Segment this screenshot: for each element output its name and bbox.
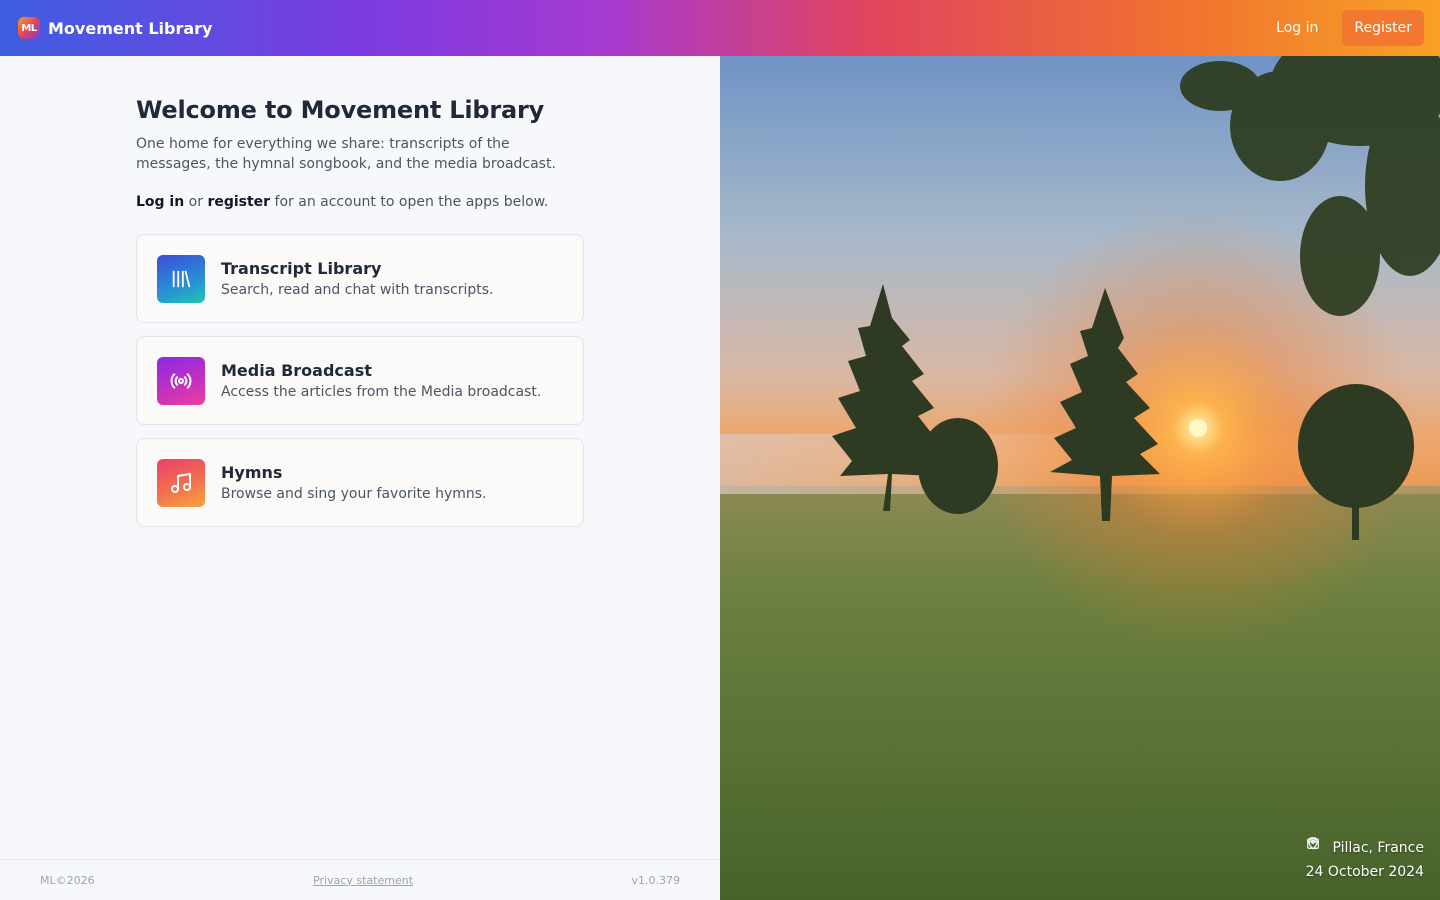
card-title: Transcript Library — [221, 259, 382, 278]
app-name: Movement Library — [48, 18, 213, 38]
top-navigation-bar: ML Movement Library Log in Register — [0, 0, 1440, 56]
version-label: v1.0.379 — [631, 873, 681, 887]
card-text: Hymns Browse and sing your favorite hymn… — [221, 463, 487, 502]
auth-suffix-text: for an account to open the apps below. — [274, 194, 549, 210]
photo-date: 24 October 2024 — [1305, 837, 1424, 884]
page-title: Welcome to Movement Library — [136, 96, 545, 124]
footer: ML©2026 Privacy statement v1.0.379 — [0, 859, 720, 900]
card-description: Access the articles from the Media broad… — [221, 384, 542, 400]
app-cards: Transcript Library Search, read and chat… — [136, 234, 584, 527]
brand-logo: ML — [18, 17, 40, 39]
brand[interactable]: ML Movement Library — [18, 17, 212, 39]
register-button[interactable]: Register — [1342, 10, 1424, 46]
card-description: Search, read and chat with transcripts. — [221, 282, 494, 298]
calendar-icon — [1306, 837, 1319, 849]
library-icon — [157, 254, 205, 303]
broadcast-icon — [157, 356, 205, 405]
card-title: Hymns — [221, 463, 283, 482]
location-text: Pillac, France — [1332, 840, 1424, 856]
login-link[interactable]: Log in — [1266, 12, 1328, 44]
auth-prompt: Log in or register for an account to ope… — [136, 194, 584, 210]
inline-login-link[interactable]: Log in — [136, 194, 184, 210]
photo-caption: Pillac, France 24 October 2024 — [1306, 836, 1424, 884]
app-card-hymns[interactable]: Hymns Browse and sing your favorite hymn… — [136, 438, 584, 527]
privacy-link[interactable]: Privacy statement — [313, 874, 413, 887]
landscape-illustration — [720, 56, 1440, 900]
welcome-content: Welcome to Movement Library One home for… — [136, 96, 584, 527]
hero-photo: Pillac, France 24 October 2024 — [720, 56, 1440, 900]
copyright: ML©2026 — [40, 873, 95, 887]
card-description: Browse and sing your favorite hymns. — [221, 486, 487, 502]
card-text: Media Broadcast Access the articles from… — [221, 361, 541, 400]
date-text: 24 October 2024 — [1305, 864, 1424, 880]
app-card-transcript-library[interactable]: Transcript Library Search, read and chat… — [136, 234, 584, 323]
intro-text: One home for everything we share: transc… — [136, 136, 556, 172]
app-card-media-broadcast[interactable]: Media Broadcast Access the articles from… — [136, 336, 584, 425]
nav-actions: Log in Register — [1266, 10, 1424, 46]
music-note-icon — [157, 458, 205, 507]
auth-or-text: or — [188, 194, 203, 210]
welcome-panel: Welcome to Movement Library One home for… — [0, 56, 720, 900]
card-text: Transcript Library Search, read and chat… — [221, 259, 493, 298]
inline-register-link[interactable]: register — [207, 194, 270, 210]
photo-location: Pillac, France — [1306, 836, 1424, 860]
card-title: Media Broadcast — [221, 361, 372, 380]
